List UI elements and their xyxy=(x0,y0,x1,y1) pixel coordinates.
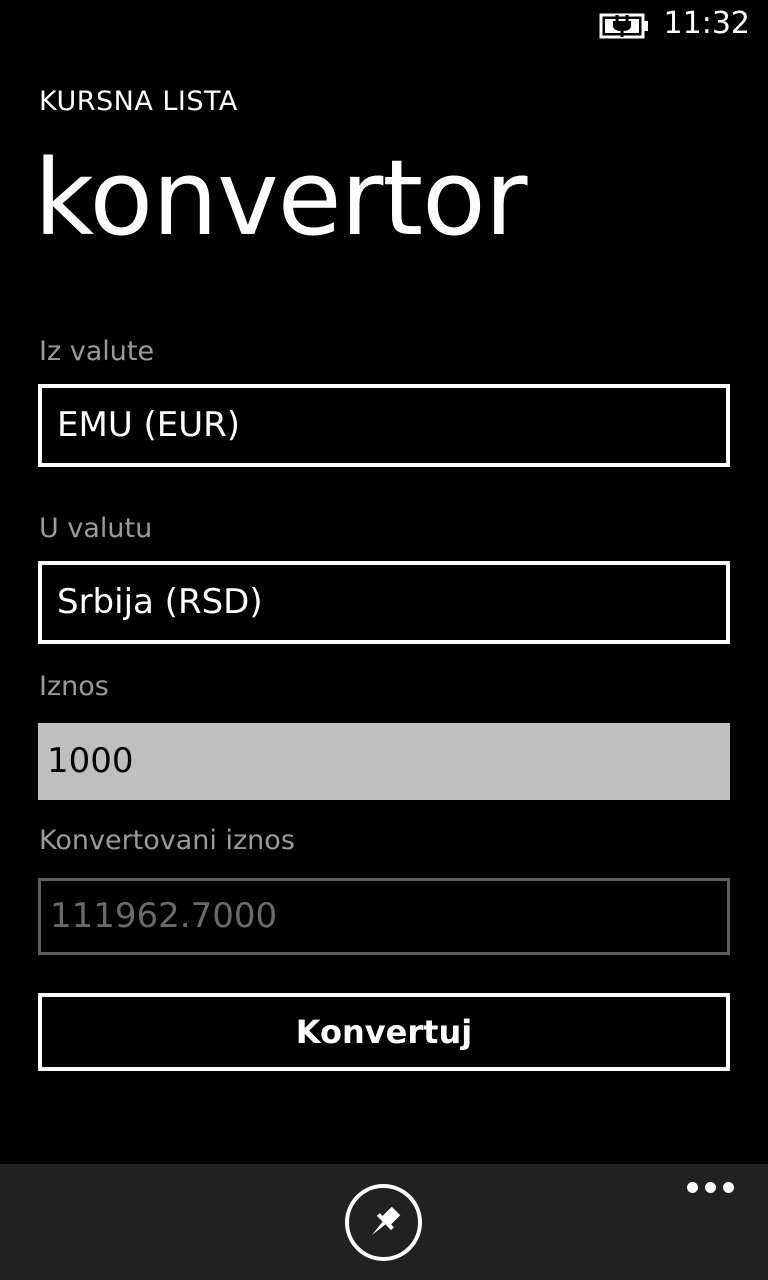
app-title: KURSNA LISTA xyxy=(39,86,238,117)
more-options-button[interactable] xyxy=(682,1176,742,1200)
from-currency-value: EMU (EUR) xyxy=(57,405,241,445)
convert-button[interactable]: Konvertuj xyxy=(38,993,730,1071)
from-currency-label: Iz valute xyxy=(39,336,155,367)
to-currency-picker[interactable]: Srbija (RSD) xyxy=(38,561,730,644)
converted-amount-field xyxy=(38,878,730,955)
converted-amount-label: Konvertovani iznos xyxy=(39,825,295,856)
app-bar xyxy=(0,1164,768,1280)
to-currency-label: U valutu xyxy=(39,513,153,544)
pin-button[interactable] xyxy=(345,1184,422,1261)
battery-charging-icon xyxy=(599,12,651,40)
pin-icon xyxy=(371,1206,401,1236)
converter-page: 11:32 KURSNA LISTA konvertor Iz valute E… xyxy=(0,0,768,1280)
status-bar: 11:32 xyxy=(0,0,768,50)
status-clock: 11:32 xyxy=(663,6,750,41)
page-title: konvertor xyxy=(34,137,528,259)
amount-input[interactable] xyxy=(38,723,730,800)
to-currency-value: Srbija (RSD) xyxy=(57,582,263,622)
from-currency-picker[interactable]: EMU (EUR) xyxy=(38,384,730,467)
amount-label: Iznos xyxy=(39,671,109,702)
